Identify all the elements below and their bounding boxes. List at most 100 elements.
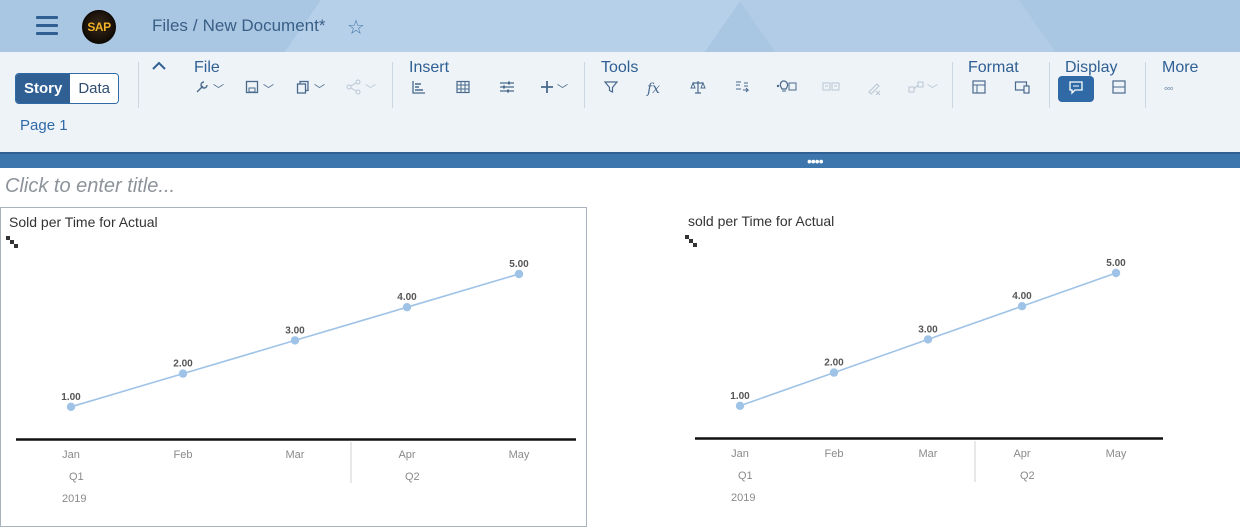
linked-analysis-icon — [822, 79, 840, 99]
sap-logo[interactable]: SAP — [82, 10, 116, 44]
smart-insights-button[interactable] — [775, 78, 797, 100]
linked-analysis-button[interactable] — [822, 78, 840, 100]
data-label: 3.00 — [918, 324, 938, 335]
insert-table-button[interactable] — [455, 78, 471, 100]
data-point — [735, 401, 745, 410]
copy-dropdown[interactable]: ﹀ — [295, 78, 325, 100]
quarter-label: Q1 — [738, 470, 753, 482]
quarter-label: Q2 — [405, 471, 420, 483]
lightbulb-icon — [775, 79, 797, 99]
data-point — [923, 335, 933, 344]
link-dropdown[interactable]: ﹀ — [908, 78, 938, 100]
star-icon[interactable]: ☆ — [347, 15, 365, 40]
shell-bar: SAP Files / New Document* ☆ — [0, 0, 1240, 52]
chevron-down-icon: ﹀ — [213, 84, 224, 96]
table-icon — [455, 79, 471, 99]
wrench-icon — [194, 79, 210, 99]
insert-input-control-button[interactable] — [499, 78, 515, 100]
data-point — [514, 269, 524, 279]
line-chart: 1.00 Jan 2.00 Feb 3.00 Mar 4.00 Apr 5.00 May Q1 Q2 2… — [695, 258, 1163, 504]
data-label: 3.00 — [285, 325, 305, 336]
conditional-format-button[interactable] — [734, 78, 750, 100]
x-tick-label: May — [1106, 448, 1127, 460]
chart-widget-1[interactable]: Sold per Time for Actual 1.00 Jan 2.00 Feb 3… — [0, 207, 587, 527]
data-label: 4.00 — [1012, 291, 1032, 302]
compare-button[interactable] — [690, 78, 706, 100]
x-tick-label: Feb — [174, 449, 193, 461]
sliders-icon — [499, 79, 515, 99]
split-view-icon — [1111, 79, 1127, 99]
file-menu-title[interactable]: File — [194, 59, 220, 77]
quarter-label: Q2 — [1020, 470, 1035, 482]
share-dropdown[interactable]: ﹀ — [346, 78, 376, 100]
data-label: 4.00 — [397, 292, 417, 303]
data-point — [829, 368, 839, 377]
story-title-input[interactable]: Click to enter title... — [5, 175, 175, 198]
toolbar: Story Data File ﹀ ﹀ ﹀ ﹀ Insert ﹀ Tools f… — [0, 52, 1240, 152]
bar-chart-icon — [411, 79, 427, 99]
data-point — [1111, 268, 1121, 278]
shell-decoration — [710, 0, 1090, 52]
data-label: 2.00 — [824, 358, 844, 369]
eraser-pen-icon — [866, 79, 882, 99]
filter-icon — [603, 79, 619, 99]
balance-icon — [690, 79, 706, 99]
insert-chart-button[interactable] — [411, 78, 427, 100]
link-icon — [908, 79, 924, 99]
more-options-icon[interactable]: ◦◦◦ — [1164, 78, 1174, 100]
data-point — [1017, 302, 1027, 311]
clear-format-button[interactable] — [866, 78, 882, 100]
x-tick-label: Feb — [825, 448, 844, 460]
more-menu-title[interactable]: More — [1162, 59, 1198, 77]
data-label: 2.00 — [173, 359, 193, 370]
comment-icon — [1068, 79, 1084, 99]
data-point — [66, 402, 76, 411]
divider — [952, 62, 953, 108]
collapse-toolbar-icon[interactable] — [152, 58, 166, 76]
story-toggle-button[interactable]: Story — [16, 74, 71, 103]
x-tick-label: Apr — [398, 449, 415, 461]
chevron-down-icon: ﹀ — [263, 84, 274, 96]
hamburger-menu-icon[interactable] — [36, 16, 58, 36]
tools-menu-title[interactable]: Tools — [601, 59, 638, 77]
formula-button[interactable]: fx — [647, 78, 660, 100]
page-tab-1[interactable]: Page 1 — [20, 117, 68, 134]
format-menu-title[interactable]: Format — [968, 59, 1019, 77]
data-toggle-button[interactable]: Data — [70, 74, 119, 103]
save-dropdown[interactable]: ﹀ — [244, 78, 274, 100]
breadcrumb: Files / New Document* — [152, 16, 325, 36]
comment-mode-button[interactable] — [1058, 76, 1094, 102]
data-point — [178, 369, 188, 378]
chevron-down-icon: ﹀ — [927, 84, 938, 96]
edit-tools-dropdown[interactable]: ﹀ — [194, 78, 224, 100]
divider — [392, 62, 393, 108]
insert-more-dropdown[interactable]: ﹀ — [540, 78, 568, 100]
chart-widget-2[interactable]: sold per Time for Actual 1.00 Jan 2.00 Feb 3… — [680, 207, 1240, 527]
x-tick-label: May — [509, 449, 530, 461]
chevron-down-icon: ﹀ — [314, 84, 325, 96]
line-chart: 1.00 Jan 2.00 Feb 3.00 Mar 4.00 Apr 5.00 May Q1 Q2 2… — [16, 259, 576, 505]
x-tick-label: Apr — [1013, 448, 1030, 460]
divider — [1049, 62, 1050, 108]
share-icon — [346, 79, 362, 99]
styling-button[interactable] — [971, 78, 987, 100]
split-view-button[interactable] — [1111, 78, 1127, 100]
chevron-down-icon: ﹀ — [365, 84, 376, 96]
device-preview-button[interactable] — [1014, 78, 1030, 100]
breadcrumb-separator: / — [192, 16, 198, 35]
copy-icon — [295, 79, 311, 99]
data-point — [402, 303, 412, 312]
document-title: New Document* — [202, 16, 326, 35]
device-preview-icon — [1014, 79, 1030, 99]
insert-menu-title[interactable]: Insert — [409, 59, 449, 77]
chevron-down-icon: ﹀ — [557, 84, 568, 96]
x-tick-label: Mar — [286, 449, 305, 461]
panel-resizer[interactable]: •••• — [0, 152, 1240, 169]
divider — [138, 62, 139, 108]
formula-fx-icon: fx — [647, 81, 661, 97]
filter-button[interactable] — [603, 78, 619, 100]
display-menu-title[interactable]: Display — [1065, 59, 1117, 77]
data-label: 5.00 — [1106, 258, 1126, 269]
breadcrumb-files[interactable]: Files — [152, 16, 188, 35]
plus-icon — [540, 80, 554, 98]
